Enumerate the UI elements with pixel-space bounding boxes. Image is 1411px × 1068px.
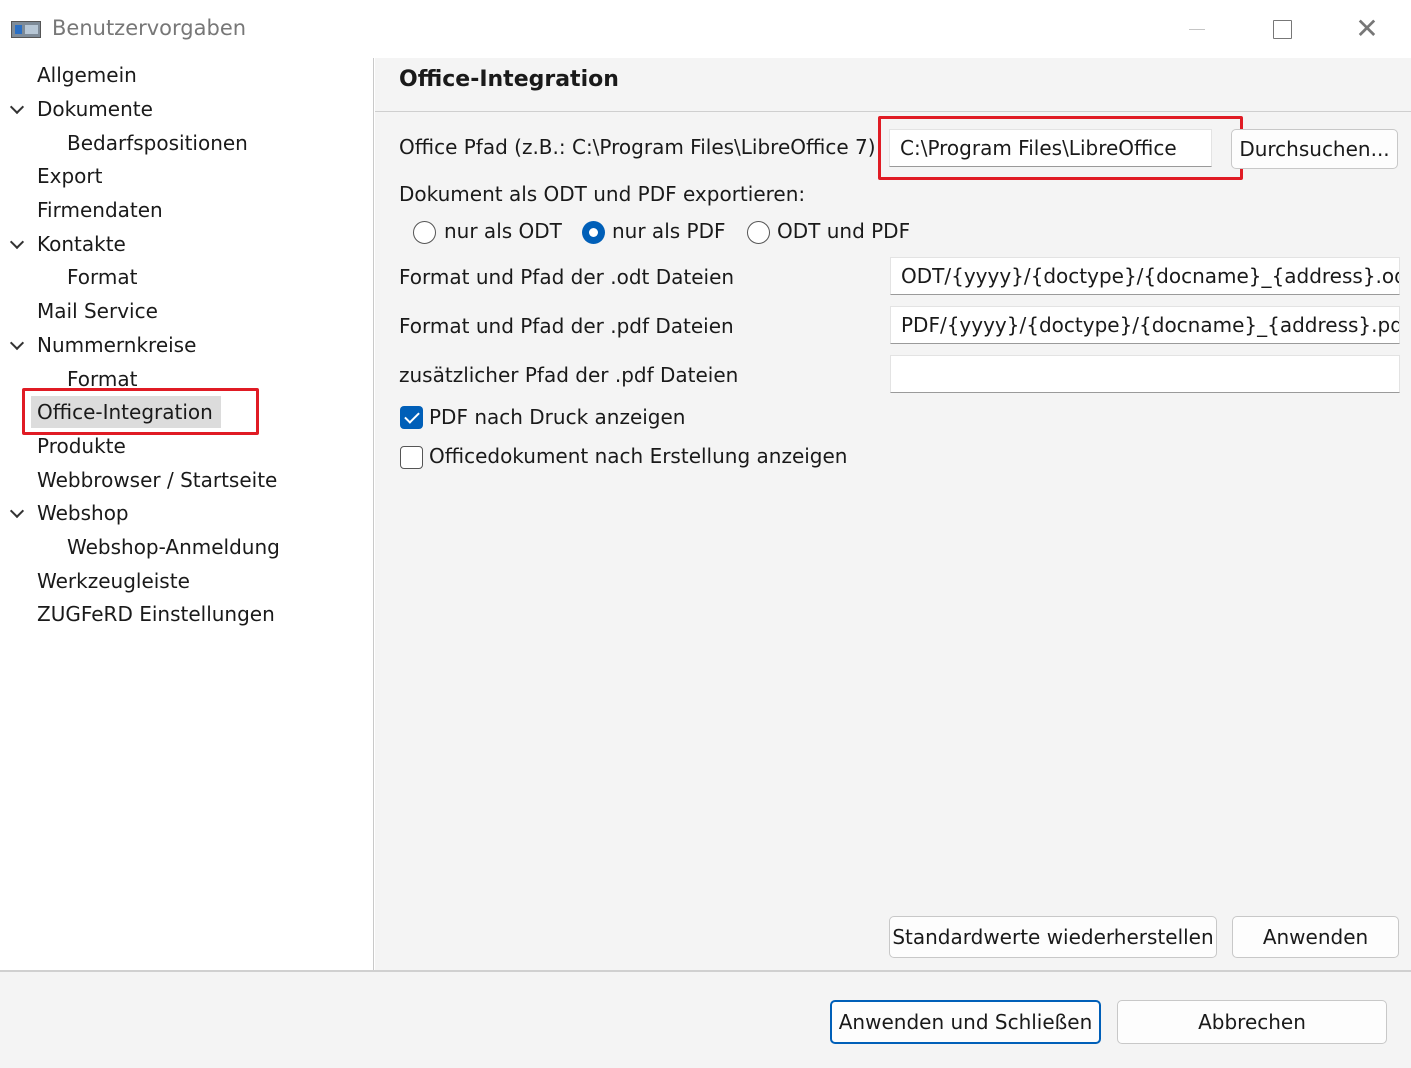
radio-odt-only-label[interactable]: nur als ODT: [444, 219, 562, 243]
minimize-icon[interactable]: [1167, 8, 1225, 50]
office-path-label: Office Pfad (z.B.: C:\Program Files\Libr…: [399, 135, 876, 159]
radio-pdf-only[interactable]: [582, 221, 605, 244]
chevron-down-icon[interactable]: [8, 228, 26, 260]
radio-pdf-only-label[interactable]: nur als PDF: [612, 219, 726, 243]
radio-odt-only[interactable]: [413, 221, 436, 244]
tree-item-export[interactable]: Export: [37, 160, 102, 192]
tree-item-bedarfspositionen[interactable]: Bedarfspositionen: [67, 127, 248, 159]
tree-item-webshop[interactable]: Webshop: [37, 497, 129, 529]
panel-header: Office-Integration: [375, 58, 1411, 112]
settings-panel: Office-Integration Office Pfad (z.B.: C:…: [375, 58, 1411, 970]
page-title: Office-Integration: [399, 67, 619, 92]
tree-item-kontakte[interactable]: Kontakte: [37, 228, 126, 260]
cancel-button[interactable]: Abbrechen: [1117, 1000, 1387, 1044]
apply-button[interactable]: Anwenden: [1232, 916, 1399, 958]
export-label: Dokument als ODT und PDF exportieren:: [399, 182, 806, 206]
highlight-annotation: [22, 388, 259, 435]
pdf-format-input[interactable]: PDF/{yyyy}/{doctype}/{docname}_{address}…: [890, 306, 1400, 344]
chevron-down-icon[interactable]: [8, 497, 26, 529]
tree-item-kontakte-format[interactable]: Format: [67, 261, 137, 293]
tree-item-dokumente[interactable]: Dokumente: [37, 93, 153, 125]
checkbox-show-pdf-after-print-label[interactable]: PDF nach Druck anzeigen: [429, 405, 685, 429]
checkbox-show-office-doc[interactable]: [400, 446, 423, 469]
checkbox-show-office-doc-label[interactable]: Officedokument nach Erstellung anzeigen: [429, 444, 848, 468]
tree-item-firmendaten[interactable]: Firmendaten: [37, 194, 163, 226]
title-bar: Benutzervorgaben ✕: [0, 0, 1411, 58]
odt-format-input[interactable]: ODT/{yyyy}/{doctype}/{docname}_{address}…: [890, 257, 1400, 295]
pdf-format-label: Format und Pfad der .pdf Dateien: [399, 314, 734, 338]
tree-item-werkzeugleiste[interactable]: Werkzeugleiste: [37, 565, 190, 597]
tree-item-produkte[interactable]: Produkte: [37, 430, 126, 462]
maximize-icon[interactable]: [1252, 8, 1310, 50]
highlight-annotation: [878, 116, 1243, 180]
window-title: Benutzervorgaben: [52, 16, 247, 40]
apply-and-close-button[interactable]: Anwenden und Schließen: [830, 1000, 1101, 1044]
close-icon[interactable]: ✕: [1338, 8, 1396, 50]
tree-item-nummernkreise[interactable]: Nummernkreise: [37, 329, 196, 361]
browse-button[interactable]: Durchsuchen...: [1231, 129, 1398, 169]
extra-pdf-path-input[interactable]: [890, 355, 1400, 393]
tree-item-webshop-anmeldung[interactable]: Webshop-Anmeldung: [67, 531, 280, 563]
restore-defaults-button[interactable]: Standardwerte wiederherstellen: [889, 916, 1217, 958]
tree-item-allgemein[interactable]: Allgemein: [37, 59, 137, 91]
radio-odt-and-pdf-label[interactable]: ODT und PDF: [777, 219, 910, 243]
checkbox-show-pdf-after-print[interactable]: [400, 406, 423, 429]
app-window-icon: [11, 21, 41, 38]
tree-item-webbrowser-startseite[interactable]: Webbrowser / Startseite: [37, 464, 277, 496]
dialog-footer: Anwenden und Schließen Abbrechen: [0, 970, 1411, 1068]
tree-item-mail-service[interactable]: Mail Service: [37, 295, 158, 327]
extra-pdf-path-label: zusätzlicher Pfad der .pdf Dateien: [399, 363, 739, 387]
preferences-tree: Allgemein Dokumente Bedarfspositionen Ex…: [0, 58, 374, 970]
tree-item-zugferd-einstellungen[interactable]: ZUGFeRD Einstellungen: [37, 598, 275, 630]
odt-format-label: Format und Pfad der .odt Dateien: [399, 265, 735, 289]
radio-odt-and-pdf[interactable]: [747, 221, 770, 244]
chevron-down-icon[interactable]: [8, 329, 26, 361]
chevron-down-icon[interactable]: [8, 93, 26, 125]
